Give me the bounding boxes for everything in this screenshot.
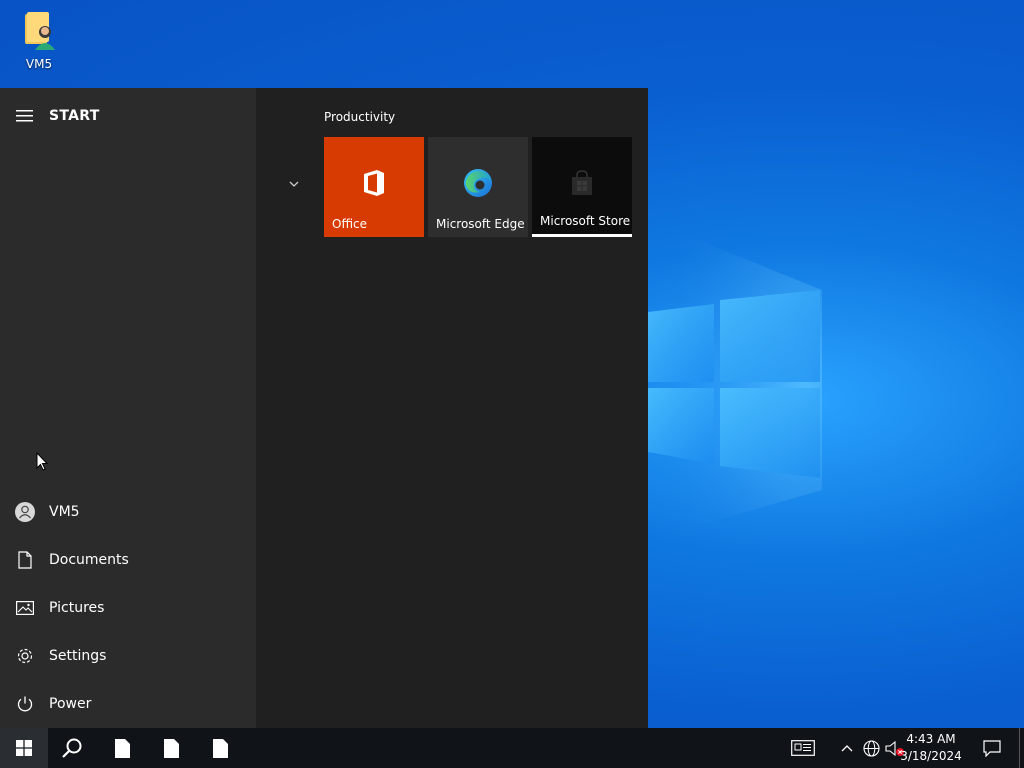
- taskbar-app-2[interactable]: [147, 728, 195, 768]
- chevron-down-icon[interactable]: [286, 176, 302, 192]
- office-icon: [364, 170, 384, 196]
- clock-time: 4:43 AM: [906, 732, 956, 746]
- start-button[interactable]: [0, 728, 48, 768]
- user-folder-icon: [25, 12, 55, 50]
- show-desktop-button[interactable]: [1019, 728, 1024, 768]
- hamburger-icon[interactable]: [16, 110, 33, 122]
- taskbar-app-1[interactable]: [98, 728, 146, 768]
- blank-file-icon: [114, 738, 130, 758]
- tile-edge[interactable]: Microsoft Edge: [428, 137, 528, 237]
- search-button[interactable]: [48, 728, 96, 768]
- start-menu: START VM5 Documents Pictures Settings Po…: [0, 88, 648, 728]
- notification-icon: [983, 739, 1001, 757]
- start-title: START: [49, 108, 100, 124]
- taskbar-clock[interactable]: 4:43 AM 3/18/2024: [896, 731, 966, 765]
- picture-icon: [15, 598, 35, 618]
- start-header[interactable]: START: [0, 102, 100, 130]
- gear-icon: [15, 646, 35, 666]
- store-icon: [572, 170, 592, 195]
- windows-logo-wallpaper: [648, 220, 822, 540]
- show-hidden-icons-button[interactable]: [836, 728, 858, 768]
- news-icon: [791, 740, 815, 756]
- taskbar: 4:43 AM 3/18/2024: [0, 728, 1024, 768]
- tile-label: Office: [332, 217, 368, 231]
- rail-item-label: Documents: [49, 552, 129, 568]
- rail-item-label: Settings: [49, 648, 107, 664]
- globe-icon: [862, 739, 880, 757]
- rail-item-documents[interactable]: Documents: [0, 538, 256, 582]
- rail-item-user[interactable]: VM5: [0, 490, 256, 534]
- tile-label: Microsoft Store: [540, 214, 631, 228]
- taskbar-app-3[interactable]: [196, 728, 244, 768]
- action-center-button[interactable]: [974, 728, 1010, 768]
- start-rail: START VM5 Documents Pictures Settings Po…: [0, 88, 256, 728]
- rail-item-label: Pictures: [49, 600, 105, 616]
- user-avatar-icon: [15, 502, 35, 522]
- tile-office[interactable]: Office: [324, 137, 424, 237]
- rail-item-label: Power: [49, 696, 92, 712]
- rail-item-label: VM5: [49, 504, 80, 520]
- rail-item-power[interactable]: Power: [0, 682, 256, 726]
- edge-icon: [464, 169, 492, 197]
- document-icon: [15, 550, 35, 570]
- rail-item-pictures[interactable]: Pictures: [0, 586, 256, 630]
- news-widget-button[interactable]: [784, 728, 822, 768]
- windows-logo-icon: [16, 740, 32, 756]
- clock-date: 3/18/2024: [900, 749, 962, 763]
- blank-file-icon: [212, 738, 228, 758]
- network-button[interactable]: [860, 728, 882, 768]
- tile-group-title[interactable]: Productivity: [324, 110, 395, 124]
- chevron-up-icon: [841, 745, 853, 752]
- rail-item-settings[interactable]: Settings: [0, 634, 256, 678]
- tile-label: Microsoft Edge: [436, 217, 525, 231]
- mouse-cursor-icon: [36, 452, 48, 471]
- desktop-icon-vm5[interactable]: VM5: [14, 8, 64, 71]
- tile-store[interactable]: Microsoft Store: [532, 137, 632, 237]
- power-icon: [15, 694, 35, 714]
- search-icon: [62, 738, 82, 758]
- blank-file-icon: [163, 738, 179, 758]
- desktop-icon-label: VM5: [25, 57, 53, 71]
